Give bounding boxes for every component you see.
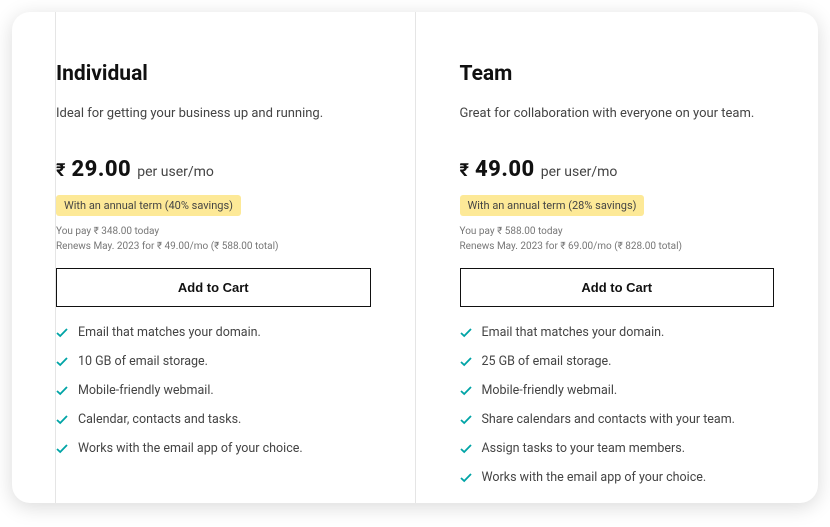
feature-text: 10 GB of email storage. <box>78 354 208 369</box>
list-item: Works with the email app of your choice. <box>460 470 775 485</box>
price-currency: ₹ <box>56 160 65 181</box>
list-item: Email that matches your domain. <box>56 325 371 340</box>
pay-today: You pay ₹ 588.00 today <box>460 226 775 237</box>
feature-text: Calendar, contacts and tasks. <box>78 412 241 427</box>
plan-title: Team <box>460 62 775 86</box>
check-icon <box>460 327 472 339</box>
plan-description: Ideal for getting your business up and r… <box>56 106 371 121</box>
list-item: 10 GB of email storage. <box>56 354 371 369</box>
feature-text: Share calendars and contacts with your t… <box>482 412 735 427</box>
price-unit: per user/mo <box>137 164 214 180</box>
check-icon <box>460 385 472 397</box>
list-item: Works with the email app of your choice. <box>56 441 371 456</box>
plan-team: Team Great for collaboration with everyo… <box>415 12 819 503</box>
feature-text: Works with the email app of your choice. <box>78 441 303 456</box>
renewal-info: Renews May. 2023 for ₹ 49.00/mo (₹ 588.0… <box>56 241 371 252</box>
savings-badge: With an annual term (40% savings) <box>56 195 241 216</box>
price-line: ₹ 29.00 per user/mo <box>56 157 371 182</box>
renewal-info: Renews May. 2023 for ₹ 69.00/mo (₹ 828.0… <box>460 241 775 252</box>
pricing-card: Individual Ideal for getting your busine… <box>12 12 818 503</box>
plan-individual: Individual Ideal for getting your busine… <box>12 12 415 503</box>
price-currency: ₹ <box>460 160 469 181</box>
divider <box>55 12 56 503</box>
plan-description: Great for collaboration with everyone on… <box>460 106 775 121</box>
plan-title: Individual <box>56 62 371 86</box>
price-amount: 29.00 <box>71 157 131 182</box>
check-icon <box>56 443 68 455</box>
savings-badge: With an annual term (28% savings) <box>460 195 645 216</box>
feature-text: Mobile-friendly webmail. <box>482 383 618 398</box>
feature-text: Works with the email app of your choice. <box>482 470 707 485</box>
pay-today: You pay ₹ 348.00 today <box>56 226 371 237</box>
add-to-cart-button[interactable]: Add to Cart <box>460 268 775 307</box>
list-item: Calendar, contacts and tasks. <box>56 412 371 427</box>
check-icon <box>460 356 472 368</box>
feature-list: Email that matches your domain. 10 GB of… <box>56 325 371 456</box>
price-unit: per user/mo <box>541 164 618 180</box>
check-icon <box>460 414 472 426</box>
list-item: 25 GB of email storage. <box>460 354 775 369</box>
check-icon <box>56 414 68 426</box>
price-line: ₹ 49.00 per user/mo <box>460 157 775 182</box>
price-amount: 49.00 <box>475 157 535 182</box>
check-icon <box>56 356 68 368</box>
feature-list: Email that matches your domain. 25 GB of… <box>460 325 775 485</box>
feature-text: Mobile-friendly webmail. <box>78 383 214 398</box>
list-item: Mobile-friendly webmail. <box>460 383 775 398</box>
check-icon <box>460 472 472 484</box>
check-icon <box>460 443 472 455</box>
list-item: Mobile-friendly webmail. <box>56 383 371 398</box>
check-icon <box>56 327 68 339</box>
list-item: Assign tasks to your team members. <box>460 441 775 456</box>
feature-text: Assign tasks to your team members. <box>482 441 686 456</box>
list-item: Share calendars and contacts with your t… <box>460 412 775 427</box>
check-icon <box>56 385 68 397</box>
feature-text: 25 GB of email storage. <box>482 354 612 369</box>
add-to-cart-button[interactable]: Add to Cart <box>56 268 371 307</box>
feature-text: Email that matches your domain. <box>482 325 665 340</box>
list-item: Email that matches your domain. <box>460 325 775 340</box>
feature-text: Email that matches your domain. <box>78 325 261 340</box>
